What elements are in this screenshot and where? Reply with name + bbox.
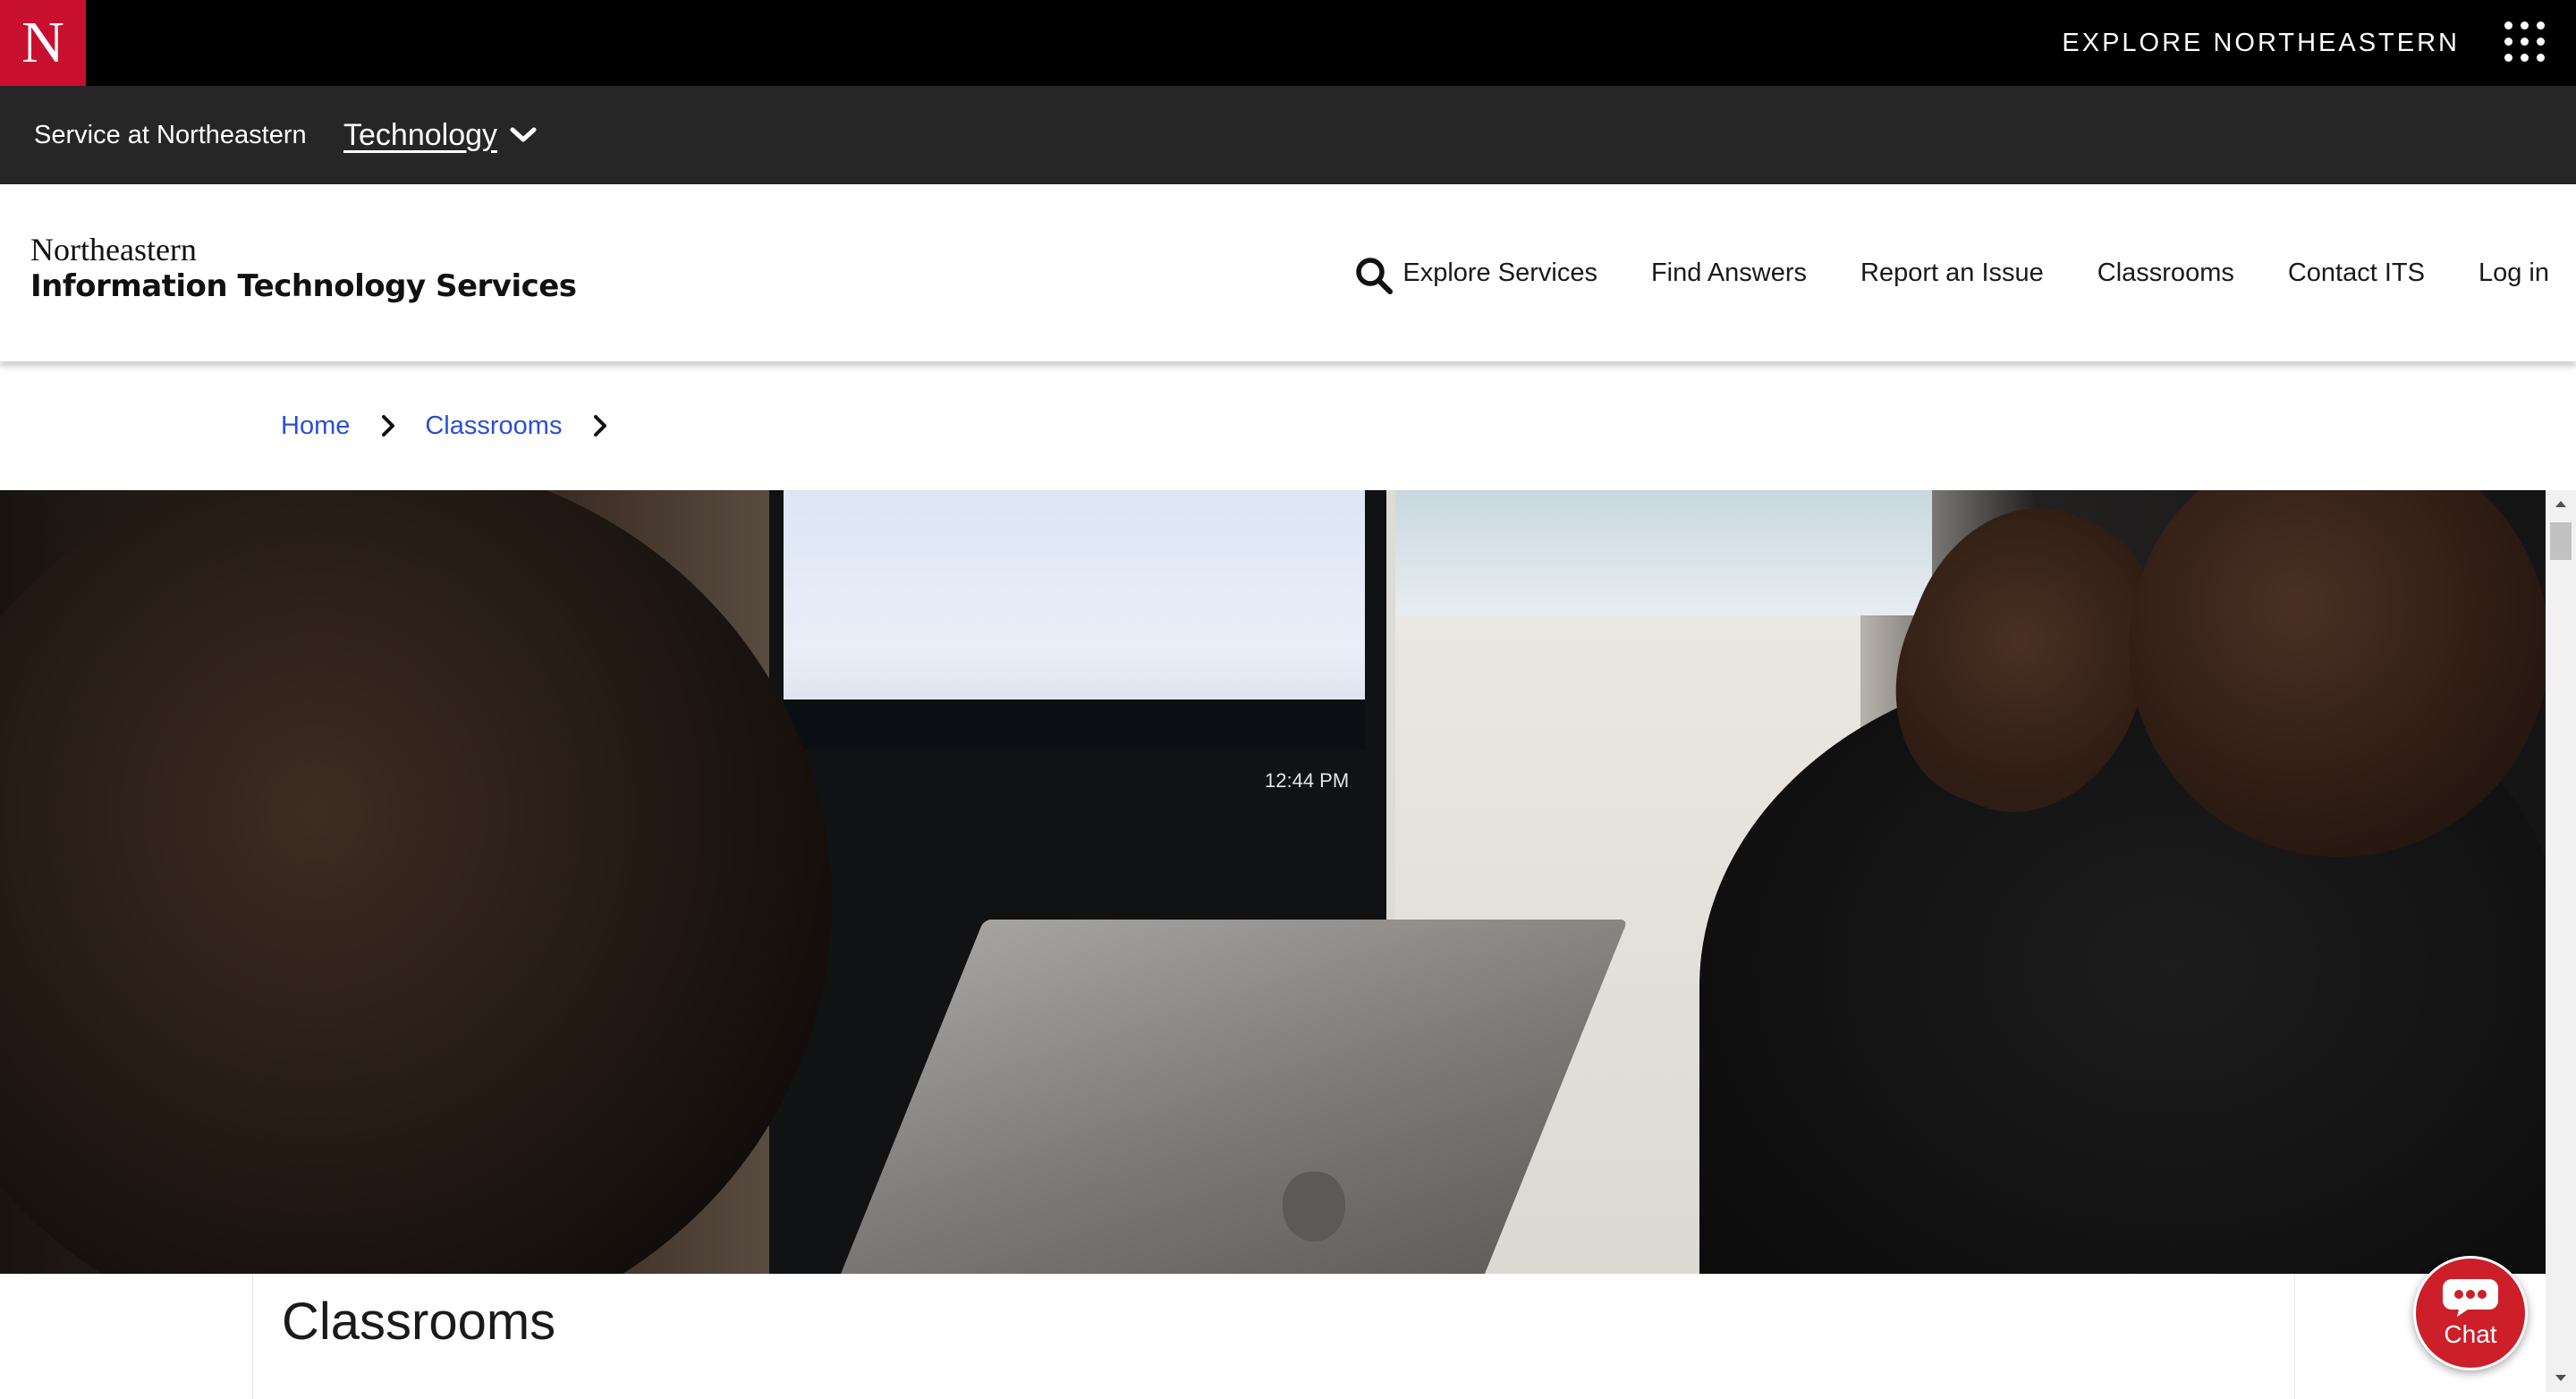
chevron-right-icon bbox=[380, 414, 396, 437]
nav-report-issue[interactable]: Report an Issue bbox=[1860, 259, 2044, 288]
hero-monitor-taskbar bbox=[784, 700, 1365, 750]
northeastern-logo[interactable]: N bbox=[0, 0, 86, 86]
chevron-right-icon bbox=[592, 414, 608, 437]
hero-image: 12:44 PM bbox=[0, 490, 2546, 1274]
hero-monitor-screen bbox=[784, 490, 1365, 750]
chat-bubble-icon bbox=[2443, 1279, 2498, 1317]
main-nav: Explore Services Find Answers Report an … bbox=[1402, 184, 2549, 361]
chevron-down-icon bbox=[510, 127, 537, 142]
global-bar: N EXPLORE NORTHEASTERN bbox=[0, 0, 2576, 86]
search-icon[interactable] bbox=[1354, 256, 1394, 295]
service-label: Service at Northeastern bbox=[34, 120, 307, 149]
breadcrumb-home[interactable]: Home bbox=[281, 411, 350, 441]
grid-dots-icon[interactable] bbox=[2504, 21, 2547, 64]
logo-northeastern: Northeastern bbox=[30, 232, 197, 267]
site-header: Northeastern Information Technology Serv… bbox=[0, 184, 2576, 361]
nav-log-in[interactable]: Log in bbox=[2479, 259, 2549, 288]
nav-find-answers[interactable]: Find Answers bbox=[1651, 259, 1807, 288]
technology-dropdown-label: Technology bbox=[343, 117, 498, 152]
scroll-down-arrow-icon[interactable] bbox=[2546, 1365, 2576, 1392]
laptop-logo-icon bbox=[1283, 1172, 1345, 1242]
hero-person-left bbox=[0, 490, 832, 1274]
service-bar: Service at Northeastern Technology bbox=[0, 86, 2576, 184]
nav-contact-its[interactable]: Contact ITS bbox=[2288, 259, 2425, 288]
chat-label: Chat bbox=[2444, 1320, 2497, 1348]
logo-its: Information Technology Services bbox=[30, 267, 577, 304]
page-title: Classrooms bbox=[282, 1293, 556, 1351]
content-card: Classrooms bbox=[252, 1274, 2295, 1399]
hero-window bbox=[1395, 490, 1932, 615]
hero-monitor-time: 12:44 PM bbox=[1265, 769, 1350, 792]
its-logo[interactable]: Northeastern Information Technology Serv… bbox=[30, 232, 577, 304]
scrollbar[interactable] bbox=[2546, 490, 2576, 1392]
nav-explore-services[interactable]: Explore Services bbox=[1402, 259, 1597, 288]
breadcrumb-classrooms[interactable]: Classrooms bbox=[425, 411, 562, 441]
nav-classrooms[interactable]: Classrooms bbox=[2097, 259, 2234, 288]
chat-button[interactable]: Chat bbox=[2413, 1256, 2528, 1370]
logo-letter: N bbox=[21, 10, 64, 75]
scroll-thumb[interactable] bbox=[2550, 522, 2572, 560]
breadcrumb: Home Classrooms bbox=[281, 399, 637, 453]
explore-northeastern-link[interactable]: EXPLORE NORTHEASTERN bbox=[2062, 0, 2460, 86]
technology-dropdown[interactable]: Technology bbox=[343, 86, 537, 184]
scroll-up-arrow-icon[interactable] bbox=[2546, 490, 2576, 517]
